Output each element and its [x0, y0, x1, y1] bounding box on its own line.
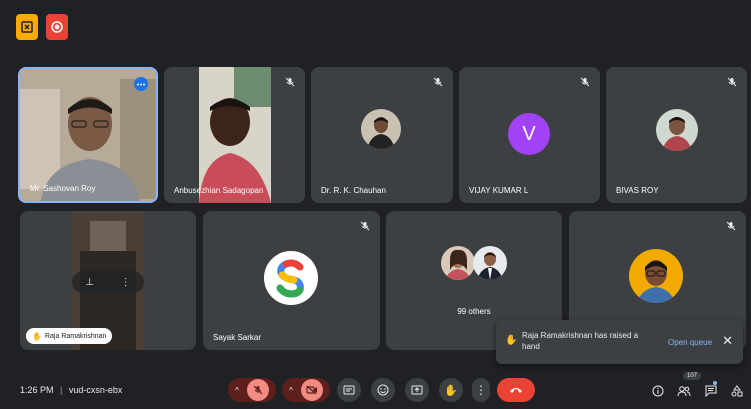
mic-off-icon	[358, 219, 372, 233]
pin-icon[interactable]: ⊥	[85, 277, 94, 288]
participant-tile-anbusezhian[interactable]: Anbusezhian Sadagopan	[164, 67, 305, 203]
raise-hand-icon: ✋	[505, 335, 518, 346]
avatar-initial: V	[522, 122, 536, 145]
chat-button[interactable]	[703, 383, 719, 399]
present-icon	[411, 385, 423, 395]
mic-off-icon	[724, 219, 738, 233]
participant-name: Anbusezhian Sadagopan	[174, 186, 264, 195]
record-indicator-icon[interactable]	[46, 14, 68, 40]
avatar	[441, 246, 475, 280]
participant-tile-chauhan[interactable]: Dr. R. K. Chauhan	[311, 67, 453, 203]
bottom-toolbar: 1:26 PM | vud-cxsn-ebx ^ ^ ✋ ⋮	[0, 372, 751, 409]
meeting-code: vud-cxsn-ebx	[68, 385, 123, 395]
more-options-icon[interactable]: ⋮	[121, 277, 131, 288]
close-notification-button[interactable]: ✕	[722, 333, 733, 349]
avatar: V	[508, 113, 550, 155]
more-options-icon[interactable]	[134, 77, 148, 91]
activities-button[interactable]	[729, 383, 745, 399]
mic-toggle-group: ^	[228, 378, 276, 402]
meeting-time: 1:26 PM	[20, 385, 54, 395]
camera-options-chevron-icon[interactable]: ^	[289, 386, 293, 395]
mic-off-icon	[283, 75, 297, 89]
participant-name: Dr. R. K. Chauhan	[321, 186, 386, 195]
camera-toggle-group: ^	[282, 378, 330, 402]
end-call-button[interactable]	[497, 378, 535, 402]
info-icon	[652, 385, 664, 397]
participant-name: Sayak Sarkar	[213, 333, 262, 342]
chat-notification-dot	[713, 381, 717, 385]
others-count: 99 others	[457, 307, 491, 316]
raise-hand-icon: ✋	[32, 331, 42, 341]
hand-raised-notification: ✋ Raja Ramakrishnan has raised a hand Op…	[496, 320, 743, 364]
activities-icon	[731, 385, 743, 397]
participant-tile-sayak[interactable]: Sayak Sarkar	[203, 211, 380, 350]
participant-name: VIJAY KUMAR L	[469, 186, 529, 195]
avatar	[656, 109, 698, 151]
mic-off-icon	[578, 75, 592, 89]
avatar	[361, 109, 401, 149]
mic-options-chevron-icon[interactable]: ^	[235, 386, 239, 395]
raise-hand-button[interactable]: ✋	[439, 378, 463, 402]
mic-off-icon	[725, 75, 739, 89]
participant-tile-raja[interactable]: ⊥ ⋮ ✋ Raja Ramakrishnan	[20, 211, 196, 350]
pin-tile-button[interactable]: ⊥ ⋮	[72, 271, 144, 293]
present-button[interactable]	[405, 378, 429, 402]
more-options-icon: ⋮	[475, 383, 487, 397]
captions-button[interactable]	[337, 378, 361, 402]
emoji-button[interactable]	[371, 378, 395, 402]
participant-name: BIVAS ROY	[616, 186, 659, 195]
participant-tile-sashovan[interactable]: Mr. Sashovan Roy	[18, 67, 158, 203]
participant-tile-bivas[interactable]: BIVAS ROY	[606, 67, 747, 203]
camera-off-icon[interactable]	[300, 379, 323, 401]
captions-icon	[343, 385, 355, 395]
participant-count-badge: 107	[683, 372, 702, 380]
hand-raised-chip: ✋ Raja Ramakrishnan	[26, 328, 113, 344]
participant-name: Mr. Sashovan Roy	[30, 184, 96, 193]
participant-name: Raja Ramakrishnan	[44, 332, 107, 340]
avatar	[629, 249, 683, 303]
end-call-icon	[510, 388, 522, 393]
people-button[interactable]	[676, 383, 692, 399]
mic-off-icon[interactable]	[246, 379, 269, 401]
participant-tile-vijay[interactable]: V VIJAY KUMAR L	[459, 67, 600, 203]
more-options-button[interactable]: ⋮	[472, 378, 490, 402]
chat-icon	[705, 385, 717, 397]
avatar	[264, 251, 318, 305]
avatar	[473, 246, 507, 280]
meeting-details-button[interactable]	[650, 383, 666, 399]
open-queue-link[interactable]: Open queue	[668, 338, 712, 347]
recording-icon[interactable]	[16, 14, 38, 40]
raise-hand-icon: ✋	[444, 384, 458, 397]
mic-off-icon	[431, 75, 445, 89]
meeting-separator: |	[60, 385, 63, 395]
emoji-icon	[377, 384, 389, 396]
people-icon	[677, 386, 691, 397]
notification-message: Raja Ramakrishnan has raised a hand	[522, 331, 639, 351]
meeting-info: 1:26 PM | vud-cxsn-ebx	[20, 385, 122, 395]
